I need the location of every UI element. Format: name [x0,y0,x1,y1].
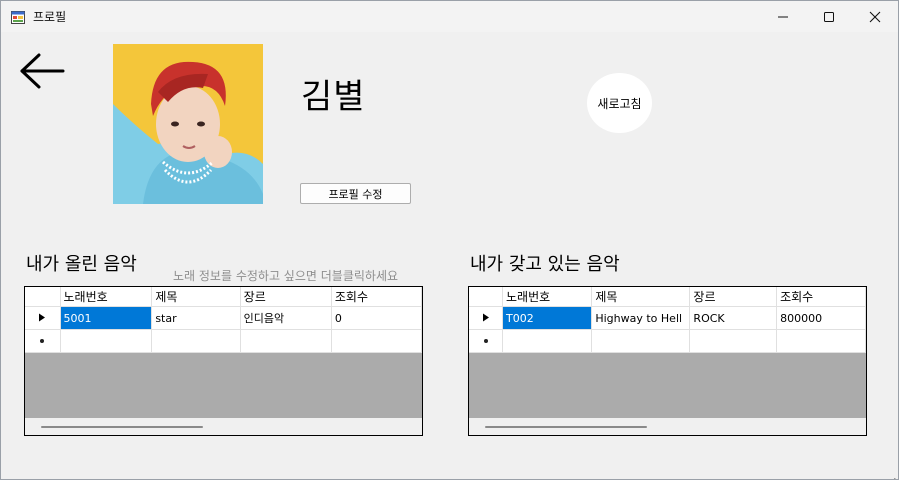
grid-header-row: 노래번호 제목 장르 조회수 [25,287,422,307]
row-header-cell[interactable] [469,329,504,353]
song-views-cell[interactable]: 0 [331,306,422,330]
empty-cell[interactable] [502,329,593,353]
horizontal-scrollbar[interactable] [469,418,866,435]
maximize-button[interactable] [806,1,852,32]
column-header[interactable]: 노래번호 [60,287,153,307]
column-header[interactable]: 장르 [240,287,332,307]
scrollbar-thumb[interactable] [485,426,647,428]
song-genre-cell[interactable]: 인디음악 [240,306,332,330]
close-button[interactable] [852,1,898,32]
maximize-icon [824,11,834,22]
empty-cell[interactable] [60,329,153,353]
app-icon [11,9,25,24]
triangle-right-icon [482,313,489,321]
new-row[interactable] [469,329,866,353]
window-title: 프로필 [33,10,67,24]
new-row[interactable] [25,329,422,353]
column-header[interactable]: 제목 [591,287,691,307]
table-row[interactable]: T002 Highway to Hell ROCK 800000 [469,306,866,330]
triangle-right-icon [39,313,46,321]
column-header[interactable]: 제목 [151,287,241,307]
column-header[interactable]: 조회수 [331,287,422,307]
close-icon [869,11,881,22]
empty-cell[interactable] [331,329,422,353]
edit-profile-button[interactable]: 프로필 수정 [300,183,411,204]
owned-music-grid[interactable]: 노래번호 제목 장르 조회수 T002 Highway to Hell ROCK… [468,286,867,436]
empty-cell[interactable] [689,329,778,353]
refresh-button[interactable]: 새로고침 [587,73,652,133]
edit-hint: 노래 정보를 수정하고 싶으면 더블클릭하세요 [173,269,399,283]
song-id-cell[interactable]: T002 [502,306,593,330]
column-header[interactable]: 장르 [689,287,778,307]
song-title-cell[interactable]: Highway to Hell [591,306,691,330]
song-id-cell[interactable]: 5001 [60,306,153,330]
song-title-cell[interactable]: star [151,306,241,330]
asterisk-icon [40,338,45,343]
asterisk-icon [483,338,488,343]
user-name: 김별 [301,77,366,117]
empty-cell[interactable] [240,329,332,353]
grid-corner-cell [469,287,504,307]
owned-music-title: 내가 갖고 있는 음악 [470,254,620,275]
grid-corner-cell [25,287,61,307]
empty-cell[interactable] [151,329,241,353]
row-header-cell[interactable] [469,306,504,330]
resize-grip-icon[interactable] [888,469,896,479]
title-bar: 프로필 [1,1,898,32]
scrollbar-thumb[interactable] [41,426,203,428]
grid-header-row: 노래번호 제목 장르 조회수 [469,287,866,307]
profile-photo [113,44,263,204]
back-button[interactable] [19,53,67,89]
song-views-cell[interactable]: 800000 [776,306,866,330]
column-header[interactable]: 조회수 [776,287,866,307]
empty-cell[interactable] [776,329,866,353]
uploaded-music-grid[interactable]: 노래번호 제목 장르 조회수 5001 star 인디음악 0 [24,286,423,436]
row-header-cell[interactable] [25,306,61,330]
table-row[interactable]: 5001 star 인디음악 0 [25,306,422,330]
profile-window: 프로필 김별 새로고침 프로필 수정 내가 올린 음악 노래 정보를 수정하고 … [0,0,899,480]
column-header[interactable]: 노래번호 [502,287,593,307]
song-genre-cell[interactable]: ROCK [689,306,778,330]
arrow-left-icon [20,53,65,89]
row-header-cell[interactable] [25,329,61,353]
minimize-icon [778,16,788,17]
empty-cell[interactable] [591,329,691,353]
horizontal-scrollbar[interactable] [25,418,422,435]
minimize-button[interactable] [760,1,806,32]
uploaded-music-title: 내가 올린 음악 [26,254,137,275]
